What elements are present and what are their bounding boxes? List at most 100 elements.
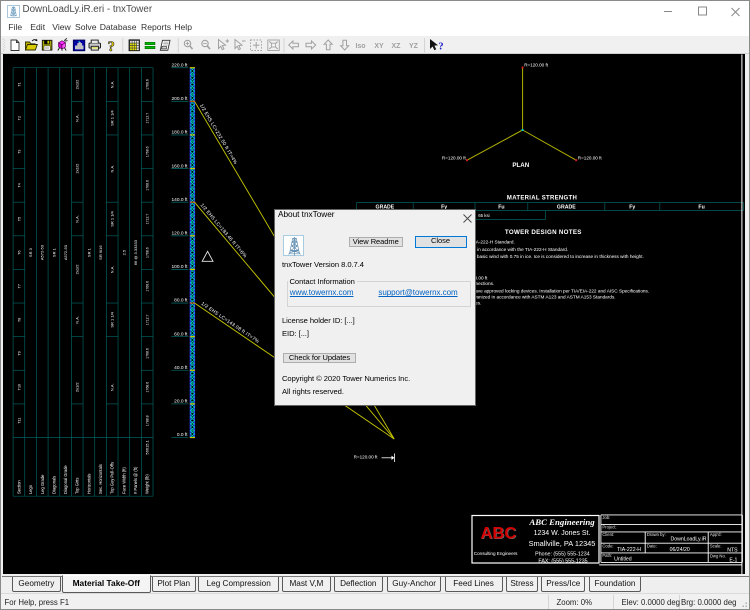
svg-text:SR 1 1/4: SR 1 1/4 bbox=[110, 311, 115, 327]
svg-text:1/2 EHS LC=143.08 ft IT=7%: 1/2 EHS LC=143.08 ft IT=7% bbox=[200, 301, 261, 345]
svg-text:T3: T3 bbox=[17, 150, 21, 154]
svg-text:65 ksi: 65 ksi bbox=[478, 213, 489, 218]
svg-text:YZ: YZ bbox=[409, 43, 419, 50]
svg-text:SR 9/16: SR 9/16 bbox=[98, 245, 103, 260]
svg-text:1768.6: 1768.6 bbox=[146, 79, 150, 90]
svg-text:Horizontals: Horizontals bbox=[86, 474, 91, 494]
svg-text:Diagonals: Diagonals bbox=[51, 476, 56, 494]
svg-text:T1: T1 bbox=[17, 82, 21, 86]
svg-text:SR 1: SR 1 bbox=[51, 247, 56, 257]
svg-text:Code:: Code: bbox=[602, 543, 613, 548]
svg-text:NTS: NTS bbox=[727, 548, 738, 554]
svg-text:1712.7: 1712.7 bbox=[146, 214, 150, 225]
svg-text:1768.6: 1768.6 bbox=[146, 180, 150, 191]
svg-text:N.A.: N.A. bbox=[110, 266, 115, 274]
svg-text:Phone: (555) 555-1234: Phone: (555) 555-1234 bbox=[535, 552, 590, 558]
svg-text:Consulting Engineers: Consulting Engineers bbox=[474, 551, 518, 556]
svg-text:T10: T10 bbox=[17, 384, 21, 390]
svg-text:FAX: (555) 555-1235: FAX: (555) 555-1235 bbox=[538, 558, 587, 564]
svg-text:Sec. Horizontals: Sec. Horizontals bbox=[98, 464, 103, 494]
svg-text:T8: T8 bbox=[17, 318, 21, 322]
svg-text:SR 1: SR 1 bbox=[86, 247, 91, 257]
svg-text:GRADE: GRADE bbox=[557, 204, 576, 210]
svg-text:R=120.00 ft: R=120.00 ft bbox=[524, 62, 549, 67]
svg-text:XY: XY bbox=[374, 43, 384, 50]
svg-text:R=120.00 ft: R=120.00 ft bbox=[442, 156, 467, 161]
svg-text:2x1/2: 2x1/2 bbox=[75, 79, 80, 90]
svg-text:Section: Section bbox=[16, 480, 21, 494]
svg-text:T7: T7 bbox=[17, 284, 21, 288]
svg-text:Diagonal Grade: Diagonal Grade bbox=[63, 465, 68, 494]
svg-text:0.0 ft: 0.0 ft bbox=[177, 432, 188, 438]
svg-text:1768.6: 1768.6 bbox=[146, 348, 150, 359]
svg-text:Top Girts: Top Girts bbox=[75, 478, 80, 494]
svg-text:SR 3: SR 3 bbox=[28, 247, 33, 257]
svg-text:MATERIAL STRENGTH: MATERIAL STRENGTH bbox=[507, 196, 577, 202]
svg-text:Top Guy Pull-Offs: Top Guy Pull-Offs bbox=[110, 462, 115, 494]
svg-text:1768.6: 1768.6 bbox=[146, 382, 150, 393]
svg-text:XZ: XZ bbox=[392, 43, 402, 50]
svg-text:2x1/2: 2x1/2 bbox=[75, 382, 80, 393]
svg-text:60.0 ft: 60.0 ft bbox=[174, 331, 188, 337]
svg-text:TIA-222-H: TIA-222-H bbox=[617, 547, 641, 553]
svg-text:1712.7: 1712.7 bbox=[146, 314, 150, 325]
svg-text:80.0 ft: 80.0 ft bbox=[174, 298, 188, 304]
svg-text:E-1: E-1 bbox=[729, 557, 737, 563]
svg-text:06/24/20: 06/24/20 bbox=[670, 547, 690, 553]
svg-text:Fy: Fy bbox=[629, 204, 635, 210]
svg-text:Path:: Path: bbox=[602, 553, 612, 558]
svg-text:180.0 ft: 180.0 ft bbox=[171, 130, 188, 136]
svg-text:140.0 ft: 140.0 ft bbox=[171, 197, 188, 203]
svg-text:Date:: Date: bbox=[647, 543, 657, 548]
svg-text:T5: T5 bbox=[17, 217, 21, 221]
svg-text:1768.6: 1768.6 bbox=[146, 247, 150, 258]
svg-text:1788.8: 1788.8 bbox=[146, 415, 150, 426]
svg-text:Job:: Job: bbox=[602, 515, 610, 520]
svg-text:Dwg No.: Dwg No. bbox=[710, 554, 726, 559]
svg-text:N.A.: N.A. bbox=[75, 114, 80, 122]
svg-text:Project:: Project: bbox=[602, 525, 616, 530]
svg-text:N.A.: N.A. bbox=[110, 165, 115, 173]
svg-text:T2: T2 bbox=[17, 116, 21, 120]
svg-text:Drawn by:: Drawn by: bbox=[647, 532, 666, 537]
svg-text:T11: T11 bbox=[17, 418, 21, 424]
svg-text:App'd:: App'd: bbox=[710, 532, 722, 537]
svg-text:120.0 ft: 120.0 ft bbox=[171, 231, 188, 237]
svg-text:Untitled: Untitled bbox=[614, 556, 632, 562]
svg-text:1768.6: 1768.6 bbox=[146, 281, 150, 292]
svg-text:PLAN: PLAN bbox=[512, 162, 529, 169]
svg-text:SR 1 1/4: SR 1 1/4 bbox=[110, 110, 115, 126]
svg-text:N.A.: N.A. bbox=[75, 316, 80, 324]
svg-text:A572-50: A572-50 bbox=[63, 244, 68, 260]
svg-text:R=120.00 ft: R=120.00 ft bbox=[578, 156, 603, 161]
svg-text:2x1/2: 2x1/2 bbox=[75, 163, 80, 174]
svg-text:Smallville, PA 12345: Smallville, PA 12345 bbox=[529, 539, 596, 548]
svg-text:2x1/2: 2x1/2 bbox=[75, 264, 80, 275]
svg-text:1712.7: 1712.7 bbox=[146, 113, 150, 124]
svg-text:Fu: Fu bbox=[698, 204, 704, 210]
svg-text:56615.1: 56615.1 bbox=[145, 439, 150, 454]
svg-text:40.0 ft: 40.0 ft bbox=[174, 365, 188, 371]
svg-text:Weight (lb): Weight (lb) bbox=[145, 474, 150, 494]
svg-text:2.5: 2.5 bbox=[121, 249, 126, 255]
svg-text:?: ? bbox=[108, 38, 115, 54]
svg-text:Fu: Fu bbox=[498, 204, 504, 210]
svg-text:1/2 EHS LC=232.50 ft IT=4%: 1/2 EHS LC=232.50 ft IT=4% bbox=[198, 103, 239, 166]
svg-text:TOWER DESIGN NOTES: TOWER DESIGN NOTES bbox=[505, 229, 582, 236]
svg-text:1234 W. Jones St.: 1234 W. Jones St. bbox=[534, 530, 591, 537]
svg-text:DownLoadLy.iR: DownLoadLy.iR bbox=[670, 537, 706, 543]
svg-text:220.0 ft: 220.0 ft bbox=[171, 62, 188, 68]
svg-text:20.0 ft: 20.0 ft bbox=[174, 399, 188, 405]
svg-text:N.A.: N.A. bbox=[110, 81, 115, 89]
svg-text:Scale:: Scale: bbox=[710, 543, 722, 548]
svg-text:ABC Engineering: ABC Engineering bbox=[528, 517, 595, 527]
svg-text:Leg Grade: Leg Grade bbox=[40, 474, 45, 494]
svg-text:T4: T4 bbox=[17, 183, 21, 187]
svg-text:Client:: Client: bbox=[602, 532, 614, 537]
svg-text:100.0 ft: 100.0 ft bbox=[171, 264, 188, 270]
svg-text:N.A.: N.A. bbox=[110, 383, 115, 391]
svg-text:Iso: Iso bbox=[355, 43, 365, 50]
svg-text:Legs: Legs bbox=[28, 485, 33, 494]
svg-text:# Panels @ (ft): # Panels @ (ft) bbox=[133, 466, 138, 494]
svg-text:?: ? bbox=[438, 41, 443, 52]
